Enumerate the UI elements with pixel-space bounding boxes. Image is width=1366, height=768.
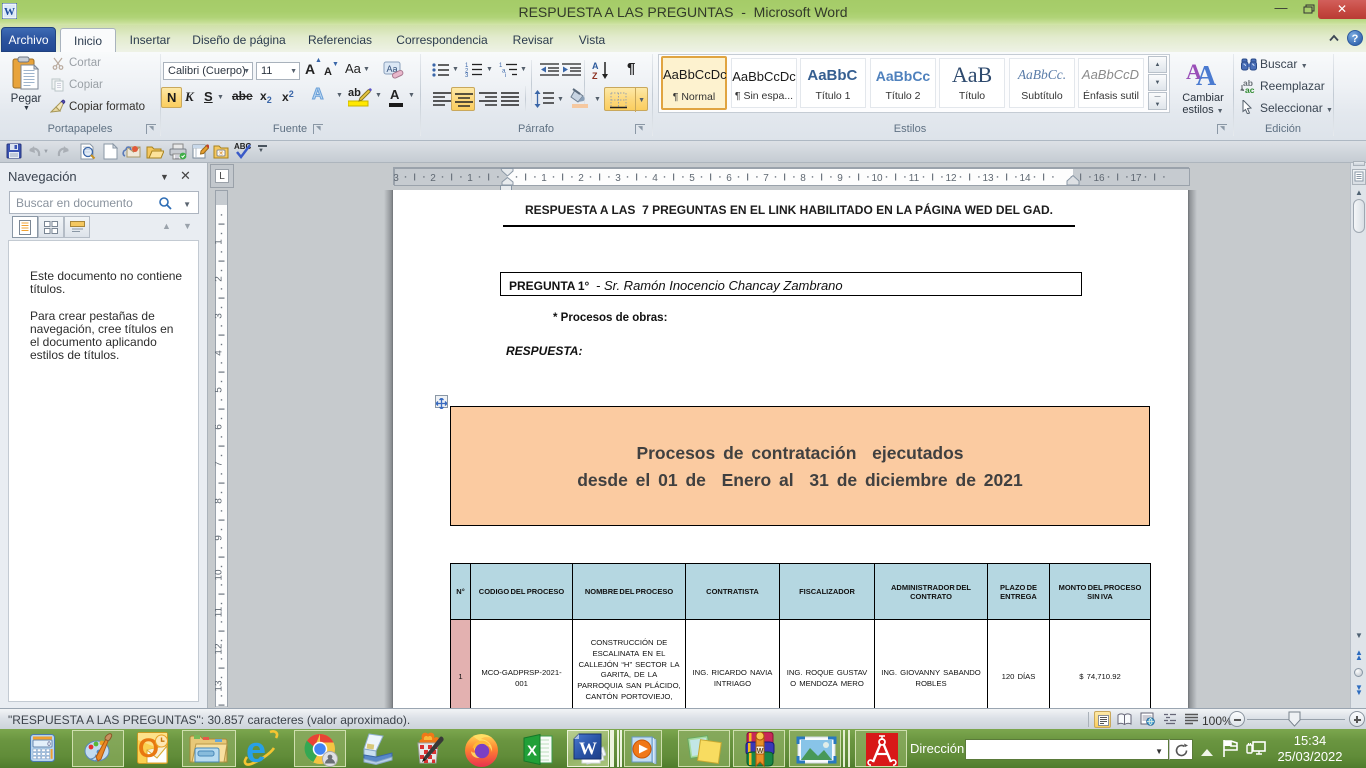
svg-text:O: O <box>138 733 159 763</box>
svg-text:2: 2 <box>215 276 225 282</box>
svg-text:9: 9 <box>215 535 225 541</box>
svg-text:6: 6 <box>215 424 225 430</box>
svg-text:3: 3 <box>465 73 469 77</box>
svg-text:8: 8 <box>800 173 806 184</box>
svg-text:A: A <box>1196 61 1217 87</box>
svg-text:Z: Z <box>592 71 598 80</box>
svg-text:16: 16 <box>1093 173 1105 184</box>
svg-text:2: 2 <box>578 173 584 184</box>
svg-text:3: 3 <box>215 313 225 319</box>
svg-text:7: 7 <box>763 173 769 184</box>
svg-text:4: 4 <box>215 350 225 356</box>
svg-text:W: W <box>4 6 15 18</box>
svg-text:A: A <box>592 61 599 71</box>
svg-text:✳: ✳ <box>218 150 224 158</box>
svg-text:1: 1 <box>541 173 547 184</box>
svg-text:13: 13 <box>982 173 994 184</box>
svg-text:9: 9 <box>837 173 843 184</box>
svg-text:X: X <box>527 743 537 760</box>
svg-text:3: 3 <box>615 173 621 184</box>
svg-text:1: 1 <box>467 173 473 184</box>
svg-text:10: 10 <box>871 173 883 184</box>
svg-text:1: 1 <box>215 239 225 245</box>
svg-text:ac: ac <box>1245 85 1255 93</box>
svg-text:5: 5 <box>215 387 225 393</box>
svg-text:12: 12 <box>945 173 957 184</box>
svg-text:13: 13 <box>215 680 225 692</box>
svg-text:4: 4 <box>652 173 658 184</box>
svg-text:17: 17 <box>1130 173 1142 184</box>
svg-text:10: 10 <box>215 569 225 581</box>
svg-text:e: e <box>246 730 266 768</box>
svg-text:W: W <box>757 748 764 755</box>
svg-text:7: 7 <box>215 461 225 467</box>
svg-text:6: 6 <box>726 173 732 184</box>
svg-text:3: 3 <box>394 173 399 184</box>
svg-text:12: 12 <box>215 643 225 655</box>
svg-text:14: 14 <box>1019 173 1031 184</box>
svg-text:11: 11 <box>215 606 225 617</box>
svg-text:W: W <box>579 739 597 759</box>
svg-text:5: 5 <box>689 173 695 184</box>
svg-text:i: i <box>505 73 506 77</box>
svg-text:8: 8 <box>215 498 225 504</box>
svg-text:2: 2 <box>430 173 436 184</box>
svg-text:11: 11 <box>909 173 920 184</box>
